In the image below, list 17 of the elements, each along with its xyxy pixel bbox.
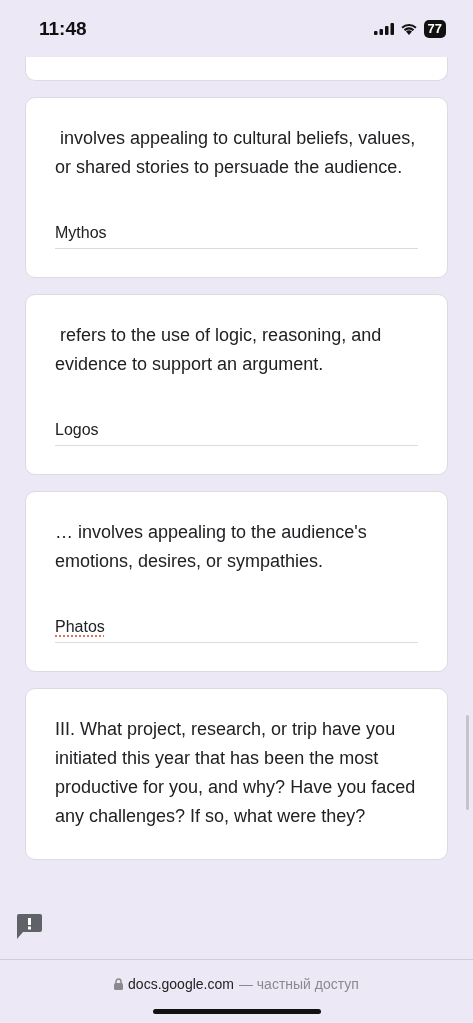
answer-field[interactable]: Logos xyxy=(55,421,418,446)
feedback-icon[interactable] xyxy=(17,914,42,939)
battery-indicator: 77 xyxy=(423,19,446,38)
signal-icon xyxy=(373,22,394,35)
answer-field[interactable]: Mythos xyxy=(55,224,418,249)
question-text: involves appealing to cultural beliefs, values, or shared stories to persuade the audience. xyxy=(55,127,417,179)
address-domain[interactable]: docs.google.com xyxy=(128,976,234,992)
wifi-icon xyxy=(399,22,418,35)
question-text: refers to the use of logic, reasoning, and evidence to support an argument. xyxy=(55,324,383,376)
scrollbar[interactable] xyxy=(466,715,469,810)
answer-field[interactable]: Phatos xyxy=(55,618,418,643)
status-time: 11:48 xyxy=(39,17,87,40)
home-indicator[interactable] xyxy=(152,1009,321,1014)
address-note: — частный доступ xyxy=(238,976,359,992)
lock-icon xyxy=(114,978,124,990)
question-text: III. What project, research, or trip have you initiated this year that has been the most productive for you, and why? Have you faced any challenges? If so, what were they? xyxy=(55,718,417,828)
question-text: … involves appealing to the audience's emotions, desires, or sympathies. xyxy=(55,521,368,573)
